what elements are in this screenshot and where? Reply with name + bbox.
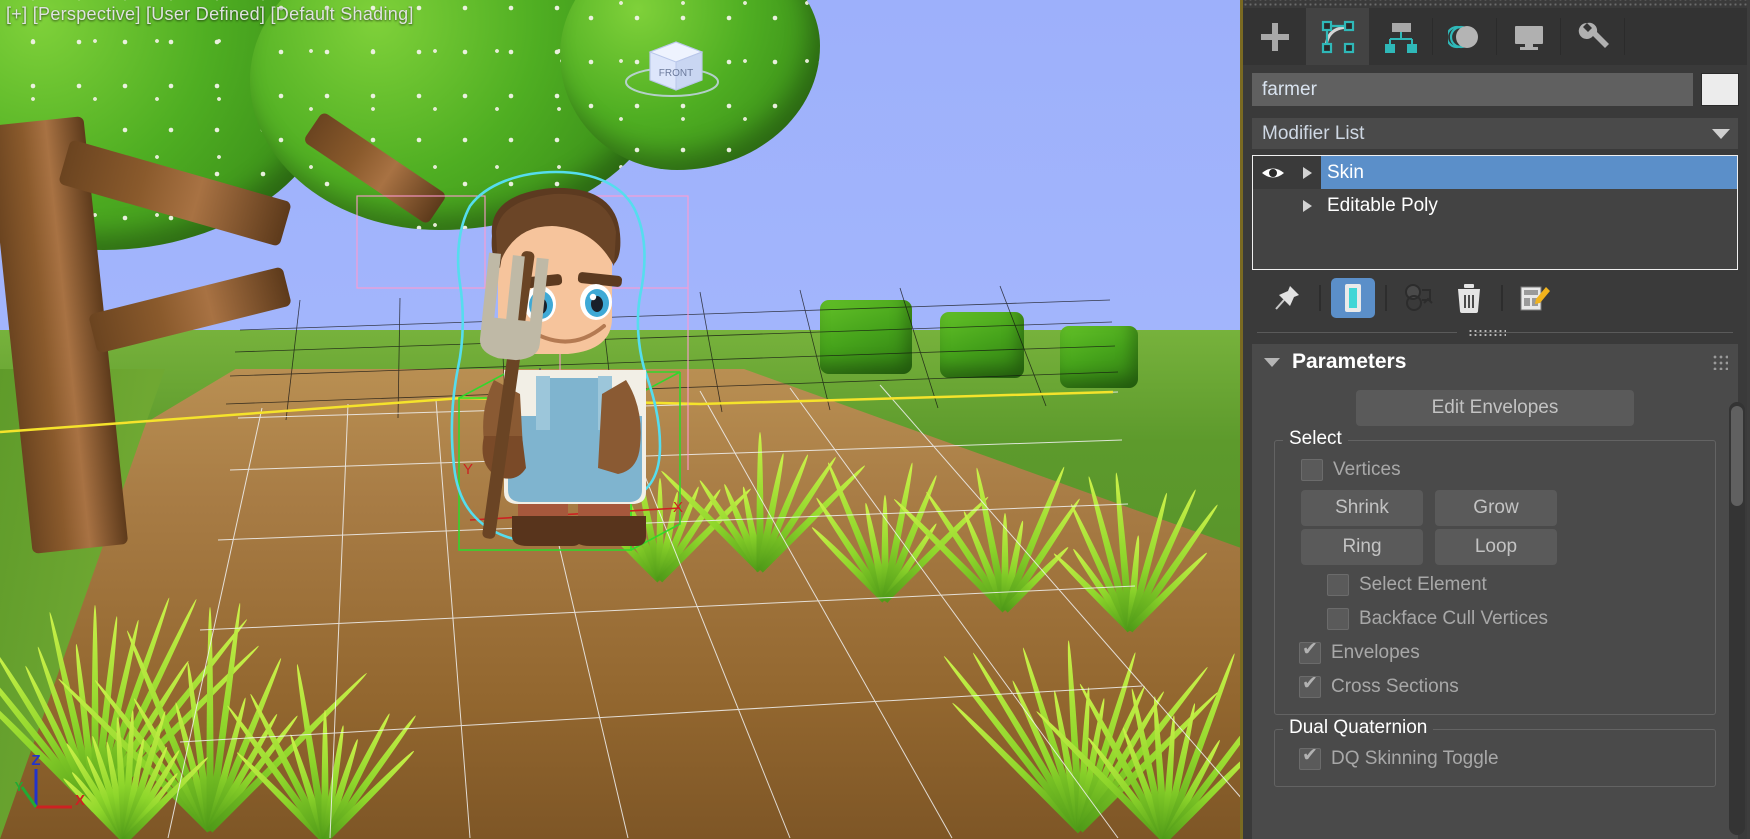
- modifier-stack[interactable]: Skin Editable Poly: [1252, 155, 1738, 270]
- vertices-label: Vertices: [1333, 459, 1401, 481]
- dual-quaternion-group: Dual Quaternion DQ Skinning Toggle: [1274, 729, 1716, 787]
- grass-tuft: [940, 450, 1070, 610]
- utilities-tab[interactable]: [1561, 8, 1624, 65]
- motion-icon: [1448, 20, 1482, 54]
- dq-skinning-toggle-row[interactable]: DQ Skinning Toggle: [1285, 742, 1705, 776]
- toolbar-separator: [1501, 285, 1503, 311]
- display-tab[interactable]: [1497, 8, 1560, 65]
- grip-dots-icon: [1468, 329, 1506, 337]
- backface-cull-label: Backface Cull Vertices: [1359, 608, 1548, 630]
- rollout-title: Parameters: [1292, 350, 1406, 374]
- stack-item-label: Editable Poly: [1321, 195, 1438, 217]
- modifier-stack-toolbar: [1243, 270, 1747, 324]
- grass-tuft: [820, 440, 950, 600]
- grow-button[interactable]: Grow: [1435, 490, 1557, 526]
- hierarchy-icon: [1384, 20, 1418, 54]
- show-end-result-icon[interactable]: [1331, 278, 1375, 318]
- select-group: Select Vertices Shrink Grow Ring Loop Se…: [1274, 440, 1716, 715]
- ring-button[interactable]: Ring: [1301, 529, 1423, 565]
- expand-arrow-icon[interactable]: [1293, 189, 1321, 222]
- stack-item-editable-poly[interactable]: Editable Poly: [1253, 189, 1737, 222]
- axis-tripod-gizmo: Z X Y: [14, 749, 86, 821]
- envelopes-checkbox[interactable]: [1299, 642, 1321, 664]
- stack-item-label: Skin: [1321, 162, 1364, 184]
- dq-skinning-toggle-label: DQ Skinning Toggle: [1331, 748, 1499, 770]
- ring-loop-row: Ring Loop: [1285, 529, 1705, 565]
- object-name-bar: [1243, 65, 1747, 110]
- modify-tab[interactable]: [1306, 8, 1369, 65]
- dual-quaternion-group-label: Dual Quaternion: [1283, 717, 1433, 739]
- viewport-scene: X Y Z: [0, 0, 1240, 839]
- shrink-button[interactable]: Shrink: [1301, 490, 1423, 526]
- edit-envelopes-button[interactable]: Edit Envelopes: [1356, 390, 1634, 426]
- panel-drag-handle[interactable]: [1243, 0, 1747, 8]
- modify-icon: [1321, 20, 1355, 54]
- panel-scrollbar[interactable]: [1729, 402, 1745, 835]
- grass-tuft: [1080, 640, 1240, 839]
- shrink-grow-row: Shrink Grow: [1285, 490, 1705, 526]
- command-panel: Modifier List Skin Editable Poly: [1243, 0, 1747, 839]
- toolbar-separator: [1319, 285, 1321, 311]
- vertices-checkbox[interactable]: [1301, 459, 1323, 481]
- bush-shape: [940, 312, 1024, 378]
- select-element-label: Select Element: [1359, 574, 1487, 596]
- viewport[interactable]: X Y Z: [0, 0, 1243, 839]
- grass-tuft: [700, 420, 820, 570]
- expand-arrow-icon[interactable]: [1293, 156, 1321, 189]
- pin-stack-icon[interactable]: [1265, 278, 1309, 318]
- motion-tab[interactable]: [1433, 8, 1496, 65]
- parameters-rollout-body: Edit Envelopes Select Vertices Shrink Gr…: [1252, 380, 1738, 787]
- axis-label-y: Y: [15, 779, 24, 794]
- rollout-resize-grip[interactable]: [1257, 326, 1733, 340]
- remove-modifier-icon[interactable]: [1447, 278, 1491, 318]
- farmer-character: [400, 180, 700, 560]
- parameters-rollout: Parameters Edit Envelopes Select Vertice…: [1252, 344, 1738, 839]
- select-element-checkbox[interactable]: [1327, 574, 1349, 596]
- wrench-icon: [1576, 20, 1610, 54]
- bush-shape: [820, 300, 912, 374]
- viewcube-face-label: FRONT: [659, 68, 693, 79]
- grass-tuft: [250, 650, 400, 839]
- select-element-checkbox-row[interactable]: Select Element: [1285, 568, 1705, 602]
- axis-label-z: Z: [31, 752, 40, 769]
- modifier-list-dropdown[interactable]: Modifier List: [1252, 118, 1738, 149]
- toolbar-separator: [1385, 285, 1387, 311]
- tabbar-filler: [1625, 8, 1747, 65]
- vertices-checkbox-row[interactable]: Vertices: [1285, 453, 1705, 487]
- display-icon: [1512, 20, 1546, 54]
- hierarchy-tab[interactable]: [1369, 8, 1432, 65]
- eye-slot-empty: [1253, 189, 1293, 222]
- backface-cull-checkbox-row[interactable]: Backface Cull Vertices: [1285, 602, 1705, 636]
- select-group-label: Select: [1283, 428, 1348, 450]
- object-name-input[interactable]: [1252, 73, 1693, 106]
- cross-sections-checkbox[interactable]: [1299, 676, 1321, 698]
- modifier-list-label: Modifier List: [1262, 123, 1364, 145]
- stack-item-skin[interactable]: Skin: [1253, 156, 1737, 189]
- chevron-down-icon: [1712, 129, 1730, 139]
- make-unique-icon[interactable]: [1397, 278, 1441, 318]
- panel-scrollbar-thumb[interactable]: [1731, 406, 1743, 506]
- command-panel-tabbar: [1243, 8, 1747, 65]
- collapse-triangle-icon[interactable]: [1264, 358, 1280, 367]
- envelopes-label: Envelopes: [1331, 642, 1420, 664]
- eye-icon[interactable]: [1253, 156, 1293, 189]
- cross-sections-checkbox-row[interactable]: Cross Sections: [1285, 670, 1705, 704]
- dq-skinning-toggle-checkbox[interactable]: [1299, 748, 1321, 770]
- axis-label-x: X: [75, 792, 85, 809]
- bush-shape: [1060, 326, 1138, 388]
- object-color-swatch[interactable]: [1701, 73, 1739, 106]
- plus-icon: [1258, 20, 1292, 54]
- rollout-grip-icon[interactable]: [1712, 354, 1728, 370]
- viewport-label[interactable]: [+] [Perspective] [User Defined] [Defaul…: [6, 4, 414, 25]
- viewcube[interactable]: FRONT: [616, 26, 728, 98]
- envelopes-checkbox-row[interactable]: Envelopes: [1285, 636, 1705, 670]
- create-tab[interactable]: [1243, 8, 1306, 65]
- loop-button[interactable]: Loop: [1435, 529, 1557, 565]
- backface-cull-checkbox[interactable]: [1327, 608, 1349, 630]
- configure-modifier-sets-icon[interactable]: [1513, 278, 1557, 318]
- parameters-rollout-header[interactable]: Parameters: [1252, 344, 1738, 380]
- cross-sections-label: Cross Sections: [1331, 676, 1459, 698]
